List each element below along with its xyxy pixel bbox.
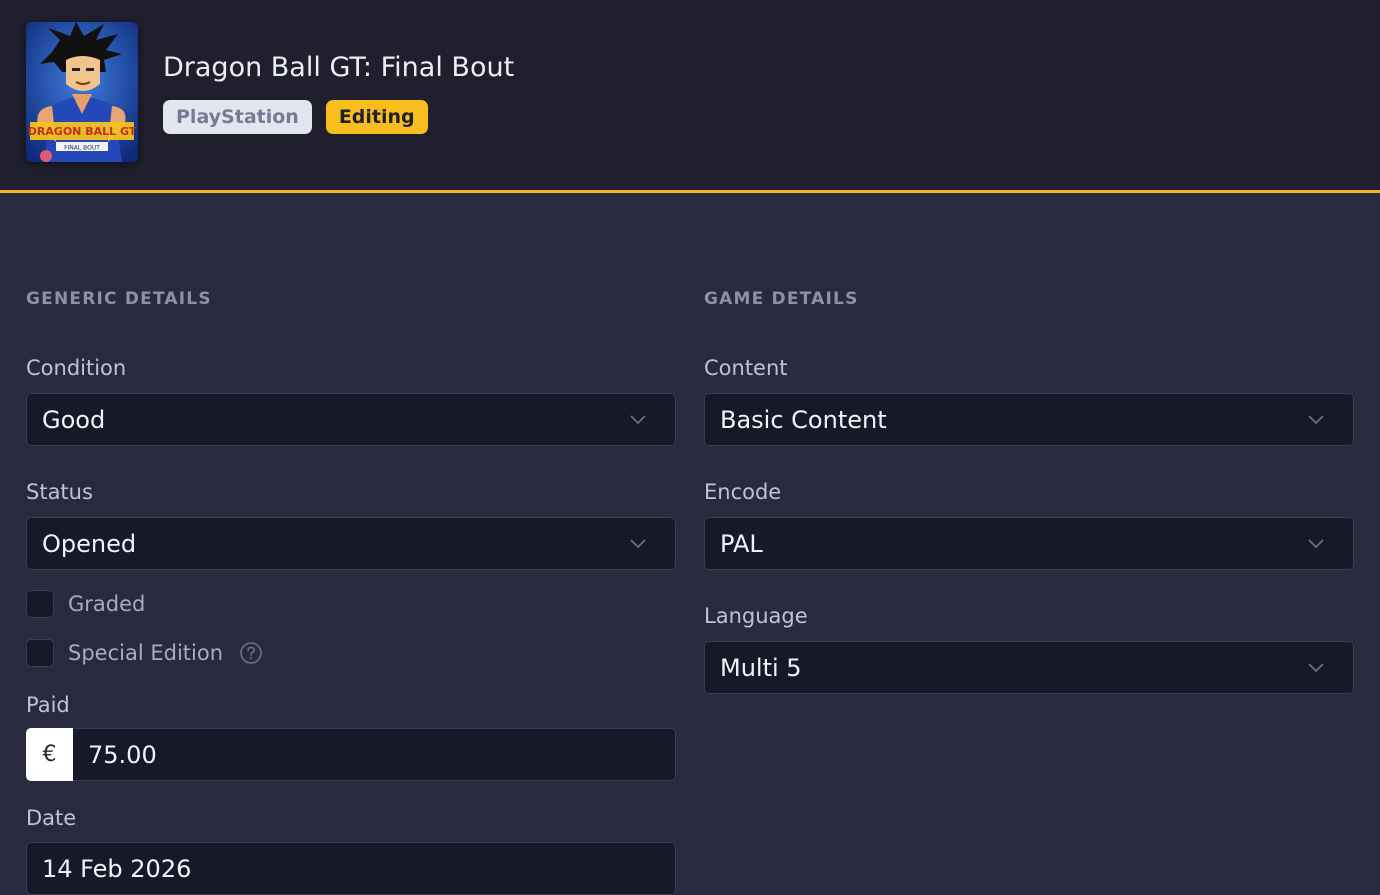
game-details-section: GAME DETAILS Content Basic Content Encod… (704, 288, 1354, 694)
language-value: Multi 5 (720, 653, 802, 682)
content-select[interactable]: Basic Content (704, 393, 1354, 446)
language-label: Language (704, 604, 808, 628)
chevron-down-icon (630, 415, 646, 425)
encode-select[interactable]: PAL (704, 517, 1354, 570)
special-edition-option: Special Edition (26, 636, 676, 670)
section-title: GAME DETAILS (704, 289, 859, 309)
paid-label: Paid (26, 693, 70, 717)
generic-details-section: GENERIC DETAILS Condition Good Status Op… (26, 288, 676, 895)
cover-title-text: DRAGON BALL GT (28, 125, 137, 138)
special-edition-label: Special Edition (68, 641, 223, 665)
graded-checkbox[interactable] (26, 590, 54, 618)
page-title: Dragon Ball GT: Final Bout (163, 52, 515, 83)
content-value: Basic Content (720, 405, 887, 434)
chevron-down-icon (1308, 539, 1324, 549)
paid-input[interactable]: 75.00 (73, 728, 676, 781)
content-label: Content (704, 356, 788, 380)
status-label: Status (26, 480, 93, 504)
help-circle-icon[interactable] (239, 641, 263, 665)
graded-option: Graded (26, 587, 676, 621)
date-input[interactable]: 14 Feb 2026 (26, 842, 676, 895)
language-select[interactable]: Multi 5 (704, 641, 1354, 694)
chevron-down-icon (630, 539, 646, 549)
item-header: DRAGON BALL GT FINAL BOUT Dragon Ball GT… (0, 0, 1380, 193)
section-title: GENERIC DETAILS (26, 289, 212, 309)
condition-label: Condition (26, 356, 127, 380)
paid-field: € 75.00 (26, 728, 676, 781)
graded-label: Graded (68, 592, 146, 616)
date-label: Date (26, 806, 77, 830)
badge-row: PlayStation Editing (163, 100, 428, 134)
currency-symbol: € (26, 728, 73, 781)
chevron-down-icon (1308, 415, 1324, 425)
platform-badge: PlayStation (163, 100, 312, 134)
cover-subtitle-text: FINAL BOUT (64, 145, 100, 152)
encode-label: Encode (704, 480, 782, 504)
condition-select[interactable]: Good (26, 393, 676, 446)
encode-value: PAL (720, 529, 763, 558)
condition-value: Good (42, 405, 106, 434)
status-value: Opened (42, 529, 137, 558)
status-select[interactable]: Opened (26, 517, 676, 570)
status-badge: Editing (325, 100, 428, 134)
chevron-down-icon (1308, 663, 1324, 673)
game-cover-image: DRAGON BALL GT FINAL BOUT (26, 22, 138, 162)
special-edition-checkbox[interactable] (26, 639, 54, 667)
